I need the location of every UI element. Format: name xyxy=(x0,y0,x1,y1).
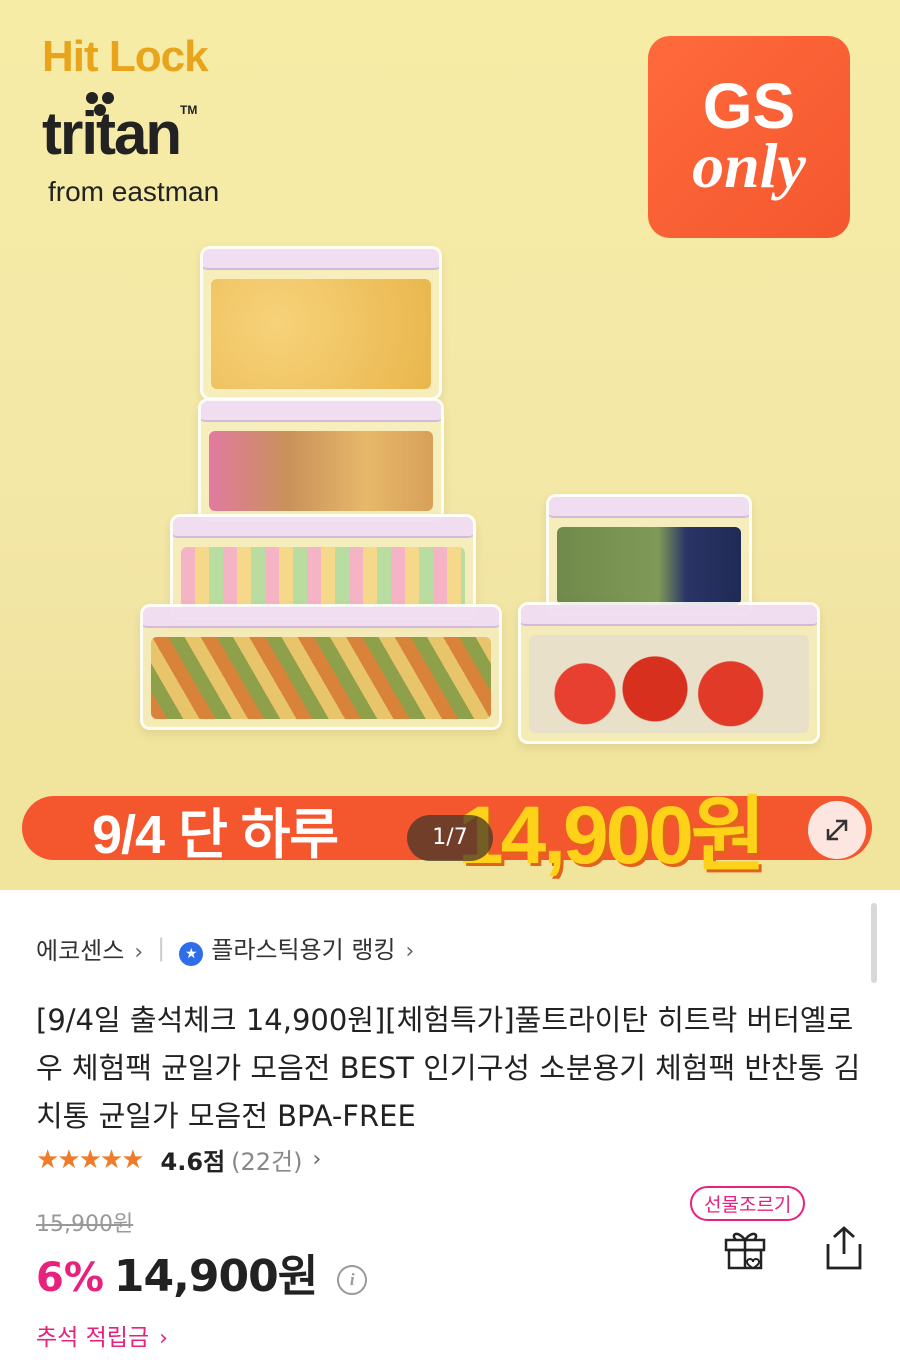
gift-request-label: 선물조르기 xyxy=(690,1186,806,1221)
rating-row[interactable]: ★★★★★ 4.6점 (22건) › xyxy=(36,1142,321,1177)
medal-icon: ★ xyxy=(179,942,204,966)
price-row: 6% 14,900원 i xyxy=(36,1240,368,1304)
info-icon[interactable]: i xyxy=(337,1265,368,1295)
product-title: [9/4일 출석체크 14,900원][체험특가]풀트라이탄 히트락 버터옐로우… xyxy=(36,1003,861,1133)
gift-icon[interactable] xyxy=(722,1226,768,1272)
points-link[interactable]: 추석 적립금 › xyxy=(36,1318,168,1352)
discount-rate: 6% xyxy=(36,1255,104,1301)
container-popcorn xyxy=(200,246,442,400)
brand-tritan-text: tritan xyxy=(42,100,182,167)
container-macarons xyxy=(198,398,444,522)
ranking-label: 플라스틱용기 랭킹 xyxy=(211,936,396,964)
gs-badge-line2: only xyxy=(692,130,806,201)
brand-tritan: tritanTM xyxy=(42,104,197,164)
expand-icon[interactable] xyxy=(808,801,866,859)
seller-link[interactable]: 에코센스 › xyxy=(36,931,143,966)
container-grapes xyxy=(546,494,752,616)
gs-badge-line1: GS xyxy=(702,70,796,142)
points-label: 추석 적립금 xyxy=(36,1325,150,1351)
container-pasta xyxy=(140,604,502,730)
breadcrumb: 에코센스 › | ★ 플라스틱용기 랭킹 › xyxy=(36,930,414,966)
container-tomatoes xyxy=(518,602,820,744)
scrollbar[interactable] xyxy=(871,903,877,983)
chevron-right-icon: › xyxy=(405,939,415,964)
chevron-right-icon: › xyxy=(159,1326,168,1351)
star-rating-icon: ★★★★★ xyxy=(36,1144,145,1175)
brand-hitlock: Hit Lock xyxy=(42,32,209,81)
product-image-carousel[interactable]: Hit Lock tritanTM from eastman GS only 9… xyxy=(0,0,900,890)
original-price: 15,900원 xyxy=(36,1212,134,1237)
share-icon[interactable] xyxy=(822,1224,866,1272)
rating-score: 4.6점 xyxy=(160,1148,226,1176)
image-counter: 1/7 xyxy=(407,815,493,861)
seller-name: 에코센스 xyxy=(36,936,125,965)
brand-tm: TM xyxy=(180,103,198,117)
promo-date-text: 9/4 단 하루 xyxy=(92,805,339,865)
ranking-link[interactable]: ★ 플라스틱용기 랭킹 › xyxy=(179,930,414,966)
divider: | xyxy=(157,934,166,962)
chevron-right-icon: › xyxy=(134,939,144,965)
sale-price: 14,900원 xyxy=(113,1251,318,1302)
chevron-right-icon: › xyxy=(312,1147,322,1172)
brand-from-eastman: from eastman xyxy=(48,176,220,207)
review-count: (22건) xyxy=(231,1148,303,1176)
promo-price-text: 14,900원 xyxy=(458,790,766,881)
gs-only-badge: GS only xyxy=(648,36,850,238)
